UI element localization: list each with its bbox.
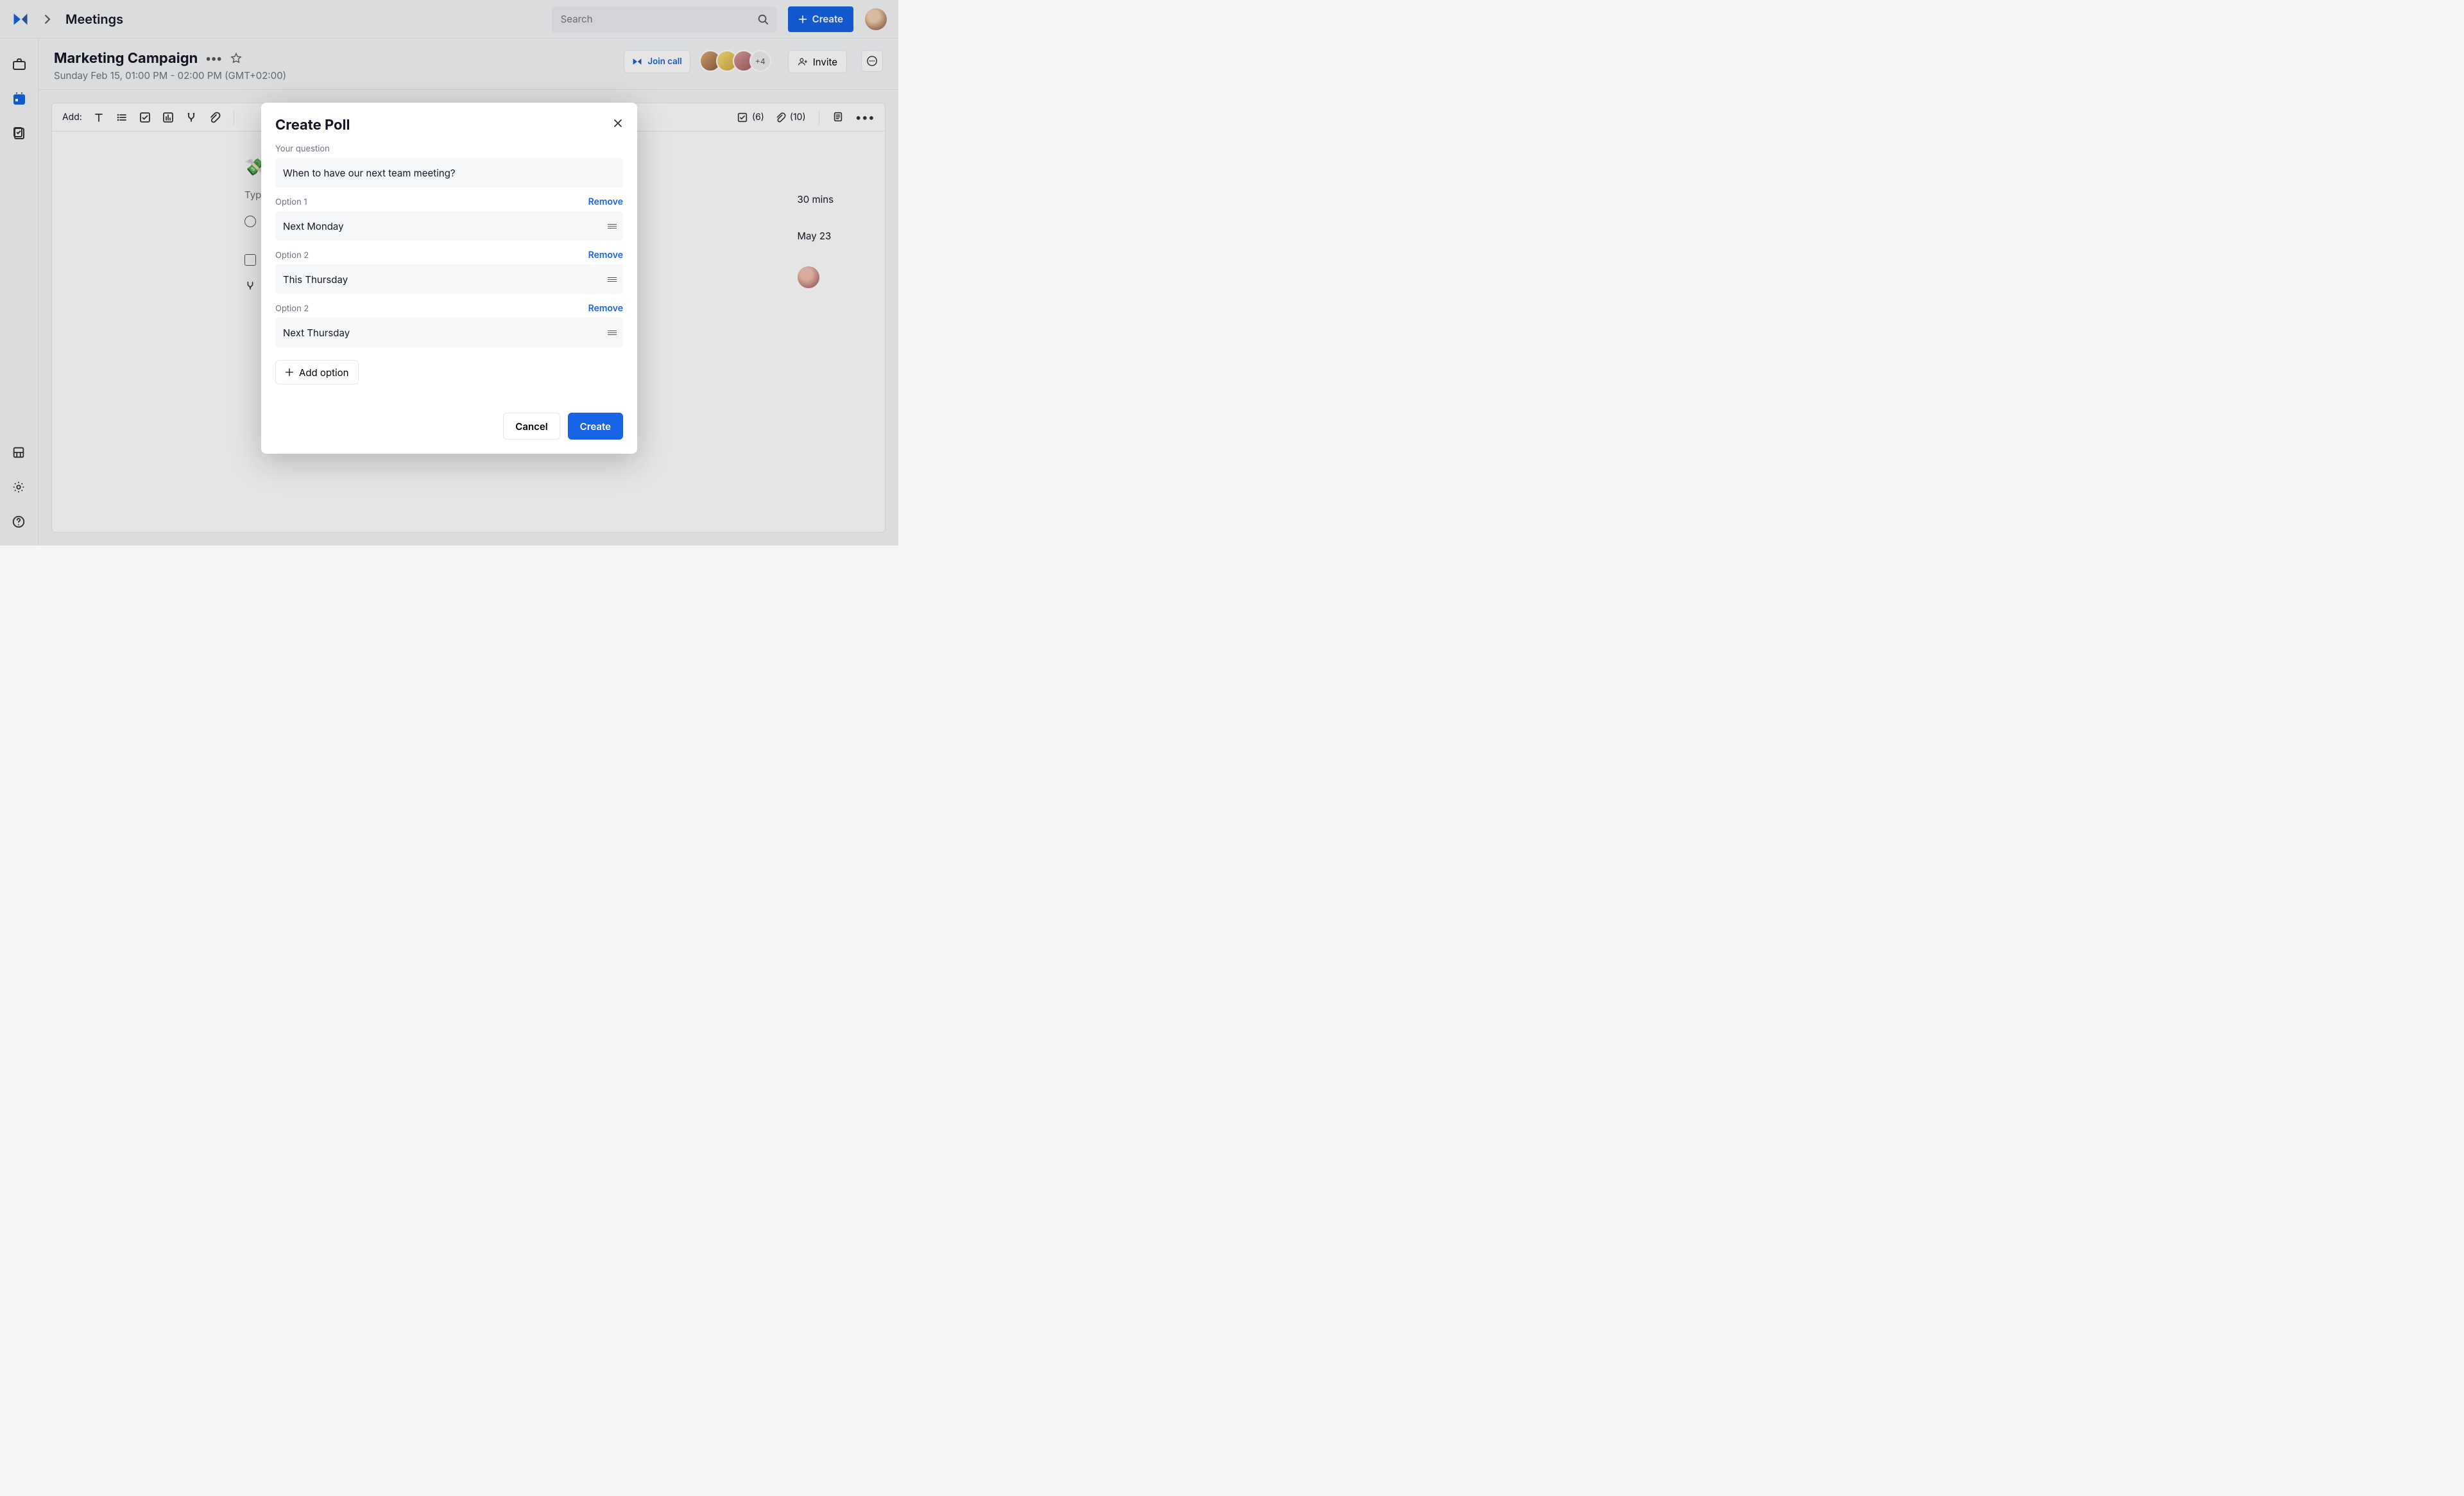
page-title: Marketing Campaign <box>54 50 198 67</box>
drag-handle-icon[interactable] <box>608 221 618 231</box>
option-label: Option 1 <box>275 197 307 207</box>
plus-icon <box>798 15 807 24</box>
search-input[interactable] <box>560 12 752 26</box>
settings-icon[interactable] <box>12 480 27 495</box>
help-icon[interactable] <box>12 515 27 530</box>
drag-handle-icon[interactable] <box>608 327 618 338</box>
tasks-count[interactable]: (6) <box>737 112 764 123</box>
radio-bullet-icon <box>244 216 256 227</box>
checkbox-icon <box>244 254 256 266</box>
decision-glyph-icon <box>244 280 256 291</box>
duration-value: 30 mins <box>798 193 834 205</box>
attendees: +4 <box>705 50 771 72</box>
star-icon[interactable] <box>230 52 243 65</box>
current-user-avatar[interactable] <box>865 8 887 30</box>
invite-icon <box>798 56 808 67</box>
comments-button[interactable] <box>861 50 883 72</box>
breadcrumb-chevron-icon <box>41 13 54 26</box>
plus-icon <box>285 368 294 377</box>
tasks-count-label: (6) <box>752 112 764 123</box>
cancel-button[interactable]: Cancel <box>503 413 560 440</box>
option-input[interactable] <box>275 264 623 294</box>
join-call-button[interactable]: Join call <box>624 50 690 73</box>
left-rail <box>0 39 38 546</box>
add-option-label: Add option <box>299 366 349 379</box>
attendees-more[interactable]: +4 <box>749 50 771 72</box>
create-button[interactable]: Create <box>788 6 853 32</box>
page-subtitle: Sunday Feb 15, 01:00 PM - 02:00 PM (GMT+… <box>54 69 286 82</box>
page-header: Marketing Campaign ••• Sunday Feb 15, 01… <box>38 39 898 90</box>
add-option-button[interactable]: Add option <box>275 360 359 384</box>
attach-count[interactable]: (10) <box>774 112 806 123</box>
top-bar: Meetings Create <box>0 0 898 39</box>
more-icon[interactable]: ••• <box>205 52 222 65</box>
list-icon[interactable] <box>116 111 128 124</box>
attach-count-label: (10) <box>790 112 806 123</box>
option-label: Option 2 <box>275 304 309 314</box>
assignee-avatar[interactable] <box>798 266 819 288</box>
remove-option-button[interactable]: Remove <box>588 303 623 314</box>
brand-mini-icon <box>632 56 642 67</box>
search-box[interactable] <box>552 6 776 32</box>
option-label: Option 2 <box>275 250 309 261</box>
option-input[interactable] <box>275 318 623 347</box>
join-call-label: Join call <box>647 56 681 67</box>
close-icon[interactable] <box>612 117 624 130</box>
decision-icon[interactable] <box>185 111 198 124</box>
question-label: Your question <box>275 144 623 154</box>
add-label: Add: <box>62 112 82 123</box>
search-icon <box>757 13 769 25</box>
title-block: Marketing Campaign ••• Sunday Feb 15, 01… <box>54 50 286 82</box>
calendar-icon[interactable] <box>12 91 27 107</box>
invite-label: Invite <box>813 56 837 68</box>
poll-icon[interactable] <box>162 111 175 124</box>
notes-icon[interactable] <box>832 111 845 124</box>
due-date-value: May 23 <box>798 230 832 242</box>
question-input[interactable] <box>275 158 623 187</box>
checkbox-icon[interactable] <box>139 111 151 124</box>
text-icon[interactable] <box>92 111 105 124</box>
remove-option-button[interactable]: Remove <box>588 196 623 207</box>
create-poll-button[interactable]: Create <box>568 413 623 440</box>
modal-title: Create Poll <box>275 117 623 133</box>
apps-icon[interactable] <box>12 445 27 461</box>
breadcrumb[interactable]: Meetings <box>65 12 123 27</box>
right-values: 30 mins May 23 <box>798 193 834 288</box>
drag-handle-icon[interactable] <box>608 274 618 284</box>
more-icon[interactable]: ••• <box>855 111 875 124</box>
checklist-icon[interactable] <box>12 126 27 141</box>
option-input[interactable] <box>275 211 623 241</box>
briefcase-icon[interactable] <box>12 56 27 72</box>
create-button-label: Create <box>812 13 843 25</box>
create-poll-modal: Create Poll Your question Option 1 Remov… <box>261 103 637 454</box>
brand-logo <box>12 10 30 28</box>
invite-button[interactable]: Invite <box>788 50 847 73</box>
attach-icon[interactable] <box>208 111 221 124</box>
remove-option-button[interactable]: Remove <box>588 250 623 261</box>
